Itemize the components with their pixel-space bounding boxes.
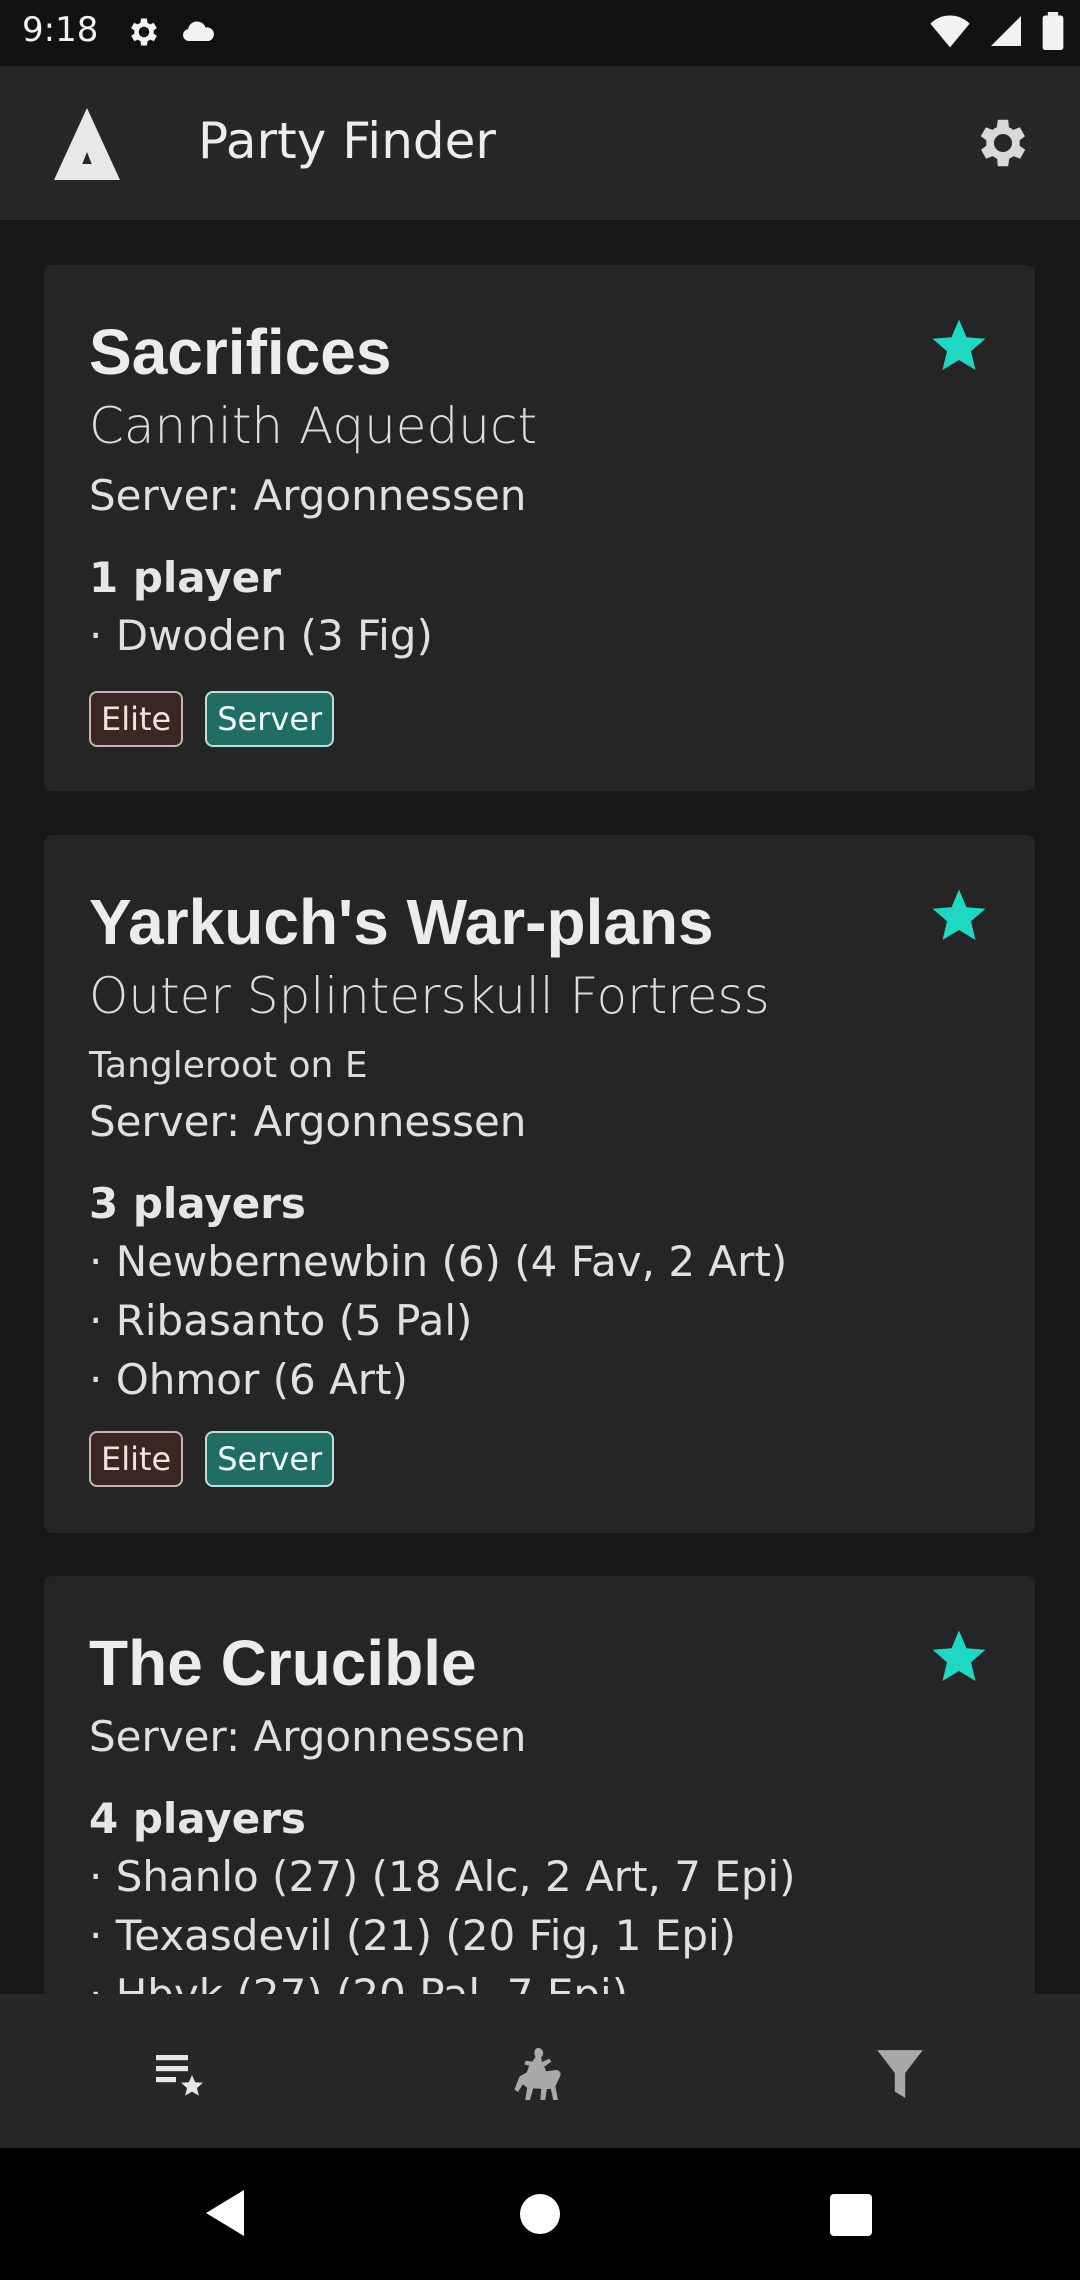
star-icon[interactable] <box>929 315 989 375</box>
characters-tab[interactable] <box>500 2034 580 2114</box>
player-item: · Hbyk (27) (20 Pal, 7 Epi) <box>89 1970 628 1994</box>
party-title: Sacrifices <box>89 316 392 388</box>
back-icon[interactable] <box>204 2188 248 2238</box>
page-title: Party Finder <box>198 112 496 170</box>
star-icon[interactable] <box>929 885 989 945</box>
wifi-icon <box>930 15 970 48</box>
party-list[interactable]: Sacrifices Cannith Aqueduct Server: Argo… <box>0 220 1080 1994</box>
signal-icon <box>991 16 1021 46</box>
recents-icon[interactable] <box>830 2194 872 2236</box>
filter-icon <box>877 2050 923 2098</box>
server-label: Server: Argonnessen <box>89 471 527 520</box>
app-logo-icon <box>54 108 120 180</box>
party-title: The Crucible <box>89 1627 477 1699</box>
server-label: Server: Argonnessen <box>89 1097 527 1146</box>
party-note: Tangleroot on E <box>89 1045 368 1086</box>
app-bar: Party Finder <box>0 66 1080 220</box>
player-item: · Ohmor (6 Art) <box>89 1355 408 1404</box>
quest-name: Outer Splinterskull Fortress <box>89 967 770 1025</box>
player-item: · Ribasanto (5 Pal) <box>89 1296 473 1345</box>
status-icons-right <box>930 12 1064 50</box>
status-time: 9:18 <box>22 10 99 50</box>
bottom-navigation <box>0 1994 1080 2148</box>
settings-button[interactable] <box>972 112 1034 174</box>
party-card[interactable]: The Crucible Server: Argonnessen 4 playe… <box>44 1576 1035 1994</box>
status-bar: 9:18 <box>0 0 1080 66</box>
filter-tab[interactable] <box>860 2034 940 2114</box>
party-card[interactable]: Yarkuch's War-plans Outer Splinterskull … <box>44 835 1035 1533</box>
difficulty-tag: Elite <box>89 1431 184 1487</box>
party-card[interactable]: Sacrifices Cannith Aqueduct Server: Argo… <box>44 265 1035 791</box>
favorites-list-icon <box>156 2055 203 2096</box>
player-count: 3 players <box>89 1179 306 1228</box>
player-item: · Texasdevil (21) (20 Fig, 1 Epi) <box>89 1911 737 1960</box>
gear-icon <box>131 18 157 46</box>
status-icons-left <box>126 14 218 50</box>
favorites-tab[interactable] <box>140 2034 220 2114</box>
star-icon[interactable] <box>929 1626 989 1686</box>
server-tag: Server <box>205 1431 335 1487</box>
tag-list: Elite Server <box>89 1431 335 1487</box>
knight-icon <box>514 2048 561 2100</box>
server-label: Server: Argonnessen <box>89 1712 527 1761</box>
cloud-icon <box>183 21 214 41</box>
quest-name: Cannith Aqueduct <box>89 397 538 455</box>
party-title: Yarkuch's War-plans <box>89 886 714 958</box>
player-item: · Newbernewbin (6) (4 Fav, 2 Art) <box>89 1237 788 1286</box>
system-navigation <box>0 2148 1080 2280</box>
player-count: 1 player <box>89 553 281 602</box>
tag-list: Elite Server <box>89 691 335 747</box>
player-item: · Dwoden (3 Fig) <box>89 611 433 660</box>
player-item: · Shanlo (27) (18 Alc, 2 Art, 7 Epi) <box>89 1852 796 1901</box>
battery-icon <box>1042 12 1064 50</box>
home-icon[interactable] <box>518 2192 562 2236</box>
server-tag: Server <box>205 691 335 747</box>
player-count: 4 players <box>89 1794 306 1843</box>
difficulty-tag: Elite <box>89 691 184 747</box>
